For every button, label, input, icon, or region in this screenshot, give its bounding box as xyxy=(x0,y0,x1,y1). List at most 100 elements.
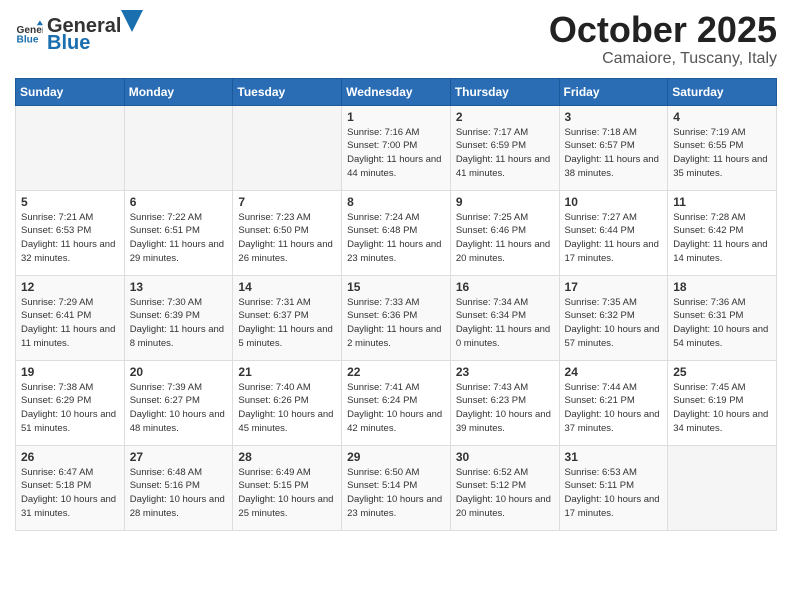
days-header-row: SundayMondayTuesdayWednesdayThursdayFrid… xyxy=(16,78,777,105)
day-number: 27 xyxy=(130,450,228,464)
day-info: Sunrise: 7:43 AM Sunset: 6:23 PM Dayligh… xyxy=(456,381,554,436)
calendar-cell: 9 Sunrise: 7:25 AM Sunset: 6:46 PM Daylig… xyxy=(450,190,559,275)
day-header-sunday: Sunday xyxy=(16,78,125,105)
day-info: Sunrise: 7:25 AM Sunset: 6:46 PM Dayligh… xyxy=(456,211,554,266)
calendar-body: 1 Sunrise: 7:16 AM Sunset: 7:00 PM Daylig… xyxy=(16,105,777,530)
calendar-cell: 8 Sunrise: 7:24 AM Sunset: 6:48 PM Daylig… xyxy=(342,190,451,275)
day-number: 24 xyxy=(565,365,663,379)
calendar-cell: 6 Sunrise: 7:22 AM Sunset: 6:51 PM Daylig… xyxy=(124,190,233,275)
day-number: 14 xyxy=(238,280,336,294)
calendar-cell: 21 Sunrise: 7:40 AM Sunset: 6:26 PM Dayli… xyxy=(233,360,342,445)
day-info: Sunrise: 7:28 AM Sunset: 6:42 PM Dayligh… xyxy=(673,211,771,266)
day-number: 25 xyxy=(673,365,771,379)
day-number: 28 xyxy=(238,450,336,464)
calendar-cell: 29Sunrise: 6:50 AM Sunset: 5:14 PM Dayli… xyxy=(342,445,451,530)
day-info: Sunrise: 7:29 AM Sunset: 6:41 PM Dayligh… xyxy=(21,296,119,351)
day-info: Sunrise: 7:24 AM Sunset: 6:48 PM Dayligh… xyxy=(347,211,445,266)
calendar-cell: 2Sunrise: 7:17 AM Sunset: 6:59 PM Daylig… xyxy=(450,105,559,190)
day-number: 12 xyxy=(21,280,119,294)
logo-triangle-icon xyxy=(121,10,143,32)
day-info: Sunrise: 7:23 AM Sunset: 6:50 PM Dayligh… xyxy=(238,211,336,266)
day-number: 1 xyxy=(347,110,445,124)
day-header-monday: Monday xyxy=(124,78,233,105)
day-number: 19 xyxy=(21,365,119,379)
calendar-cell: 25Sunrise: 7:45 AM Sunset: 6:19 PM Dayli… xyxy=(668,360,777,445)
day-info: Sunrise: 6:49 AM Sunset: 5:15 PM Dayligh… xyxy=(238,466,336,521)
day-number: 23 xyxy=(456,365,554,379)
week-row-2: 5Sunrise: 7:21 AM Sunset: 6:53 PM Daylig… xyxy=(16,190,777,275)
day-number: 26 xyxy=(21,450,119,464)
calendar-cell: 5Sunrise: 7:21 AM Sunset: 6:53 PM Daylig… xyxy=(16,190,125,275)
day-info: Sunrise: 7:31 AM Sunset: 6:37 PM Dayligh… xyxy=(238,296,336,351)
day-info: Sunrise: 7:44 AM Sunset: 6:21 PM Dayligh… xyxy=(565,381,663,436)
day-info: Sunrise: 6:50 AM Sunset: 5:14 PM Dayligh… xyxy=(347,466,445,521)
week-row-1: 1 Sunrise: 7:16 AM Sunset: 7:00 PM Daylig… xyxy=(16,105,777,190)
calendar-cell xyxy=(124,105,233,190)
day-info: Sunrise: 7:36 AM Sunset: 6:31 PM Dayligh… xyxy=(673,296,771,351)
day-number: 13 xyxy=(130,280,228,294)
day-number: 22 xyxy=(347,365,445,379)
day-info: Sunrise: 7:19 AM Sunset: 6:55 PM Dayligh… xyxy=(673,126,771,181)
calendar-cell: 22 Sunrise: 7:41 AM Sunset: 6:24 PM Dayli… xyxy=(342,360,451,445)
day-info: Sunrise: 7:17 AM Sunset: 6:59 PM Dayligh… xyxy=(456,126,554,181)
calendar-cell: 4 Sunrise: 7:19 AM Sunset: 6:55 PM Daylig… xyxy=(668,105,777,190)
day-number: 21 xyxy=(238,365,336,379)
page-header: General Blue General Blue October 2025 C… xyxy=(15,10,777,68)
calendar-cell: 19 Sunrise: 7:38 AM Sunset: 6:29 PM Dayli… xyxy=(16,360,125,445)
svg-text:Blue: Blue xyxy=(17,34,39,45)
day-info: Sunrise: 6:47 AM Sunset: 5:18 PM Dayligh… xyxy=(21,466,119,521)
calendar-cell: 12 Sunrise: 7:29 AM Sunset: 6:41 PM Dayli… xyxy=(16,275,125,360)
calendar-cell: 30Sunrise: 6:52 AM Sunset: 5:12 PM Dayli… xyxy=(450,445,559,530)
day-number: 17 xyxy=(565,280,663,294)
logo-icon: General Blue xyxy=(15,19,43,47)
calendar-cell: 31 Sunrise: 6:53 AM Sunset: 5:11 PM Dayli… xyxy=(559,445,668,530)
day-info: Sunrise: 7:39 AM Sunset: 6:27 PM Dayligh… xyxy=(130,381,228,436)
day-info: Sunrise: 7:30 AM Sunset: 6:39 PM Dayligh… xyxy=(130,296,228,351)
calendar-cell: 20 Sunrise: 7:39 AM Sunset: 6:27 PM Dayli… xyxy=(124,360,233,445)
day-number: 4 xyxy=(673,110,771,124)
day-number: 31 xyxy=(565,450,663,464)
month-title: October 2025 xyxy=(549,10,777,50)
day-info: Sunrise: 7:41 AM Sunset: 6:24 PM Dayligh… xyxy=(347,381,445,436)
calendar-cell: 1 Sunrise: 7:16 AM Sunset: 7:00 PM Daylig… xyxy=(342,105,451,190)
day-header-saturday: Saturday xyxy=(668,78,777,105)
day-info: Sunrise: 6:53 AM Sunset: 5:11 PM Dayligh… xyxy=(565,466,663,521)
day-info: Sunrise: 7:33 AM Sunset: 6:36 PM Dayligh… xyxy=(347,296,445,351)
calendar-cell: 13 Sunrise: 7:30 AM Sunset: 6:39 PM Dayli… xyxy=(124,275,233,360)
calendar-cell: 24 Sunrise: 7:44 AM Sunset: 6:21 PM Dayli… xyxy=(559,360,668,445)
logo: General Blue General Blue xyxy=(15,10,143,55)
day-header-wednesday: Wednesday xyxy=(342,78,451,105)
day-number: 20 xyxy=(130,365,228,379)
calendar-cell: 11 Sunrise: 7:28 AM Sunset: 6:42 PM Dayli… xyxy=(668,190,777,275)
calendar-cell: 14 Sunrise: 7:31 AM Sunset: 6:37 PM Dayli… xyxy=(233,275,342,360)
day-number: 6 xyxy=(130,195,228,209)
day-header-friday: Friday xyxy=(559,78,668,105)
day-info: Sunrise: 7:27 AM Sunset: 6:44 PM Dayligh… xyxy=(565,211,663,266)
calendar-cell: 27Sunrise: 6:48 AM Sunset: 5:16 PM Dayli… xyxy=(124,445,233,530)
calendar-cell: 17 Sunrise: 7:35 AM Sunset: 6:32 PM Dayli… xyxy=(559,275,668,360)
day-info: Sunrise: 7:35 AM Sunset: 6:32 PM Dayligh… xyxy=(565,296,663,351)
day-info: Sunrise: 7:22 AM Sunset: 6:51 PM Dayligh… xyxy=(130,211,228,266)
day-info: Sunrise: 7:34 AM Sunset: 6:34 PM Dayligh… xyxy=(456,296,554,351)
day-number: 10 xyxy=(565,195,663,209)
calendar-table: SundayMondayTuesdayWednesdayThursdayFrid… xyxy=(15,78,777,531)
location-title: Camaiore, Tuscany, Italy xyxy=(549,50,777,68)
calendar-cell: 15Sunrise: 7:33 AM Sunset: 6:36 PM Dayli… xyxy=(342,275,451,360)
day-number: 8 xyxy=(347,195,445,209)
week-row-5: 26 Sunrise: 6:47 AM Sunset: 5:18 PM Dayli… xyxy=(16,445,777,530)
day-info: Sunrise: 7:16 AM Sunset: 7:00 PM Dayligh… xyxy=(347,126,445,181)
calendar-cell xyxy=(233,105,342,190)
calendar-cell: 18Sunrise: 7:36 AM Sunset: 6:31 PM Dayli… xyxy=(668,275,777,360)
day-number: 9 xyxy=(456,195,554,209)
day-header-thursday: Thursday xyxy=(450,78,559,105)
calendar-cell: 28 Sunrise: 6:49 AM Sunset: 5:15 PM Dayli… xyxy=(233,445,342,530)
calendar-cell: 7Sunrise: 7:23 AM Sunset: 6:50 PM Daylig… xyxy=(233,190,342,275)
day-number: 16 xyxy=(456,280,554,294)
day-info: Sunrise: 7:38 AM Sunset: 6:29 PM Dayligh… xyxy=(21,381,119,436)
title-block: October 2025 Camaiore, Tuscany, Italy xyxy=(549,10,777,68)
day-number: 11 xyxy=(673,195,771,209)
calendar-cell: 3Sunrise: 7:18 AM Sunset: 6:57 PM Daylig… xyxy=(559,105,668,190)
day-info: Sunrise: 6:52 AM Sunset: 5:12 PM Dayligh… xyxy=(456,466,554,521)
day-info: Sunrise: 7:40 AM Sunset: 6:26 PM Dayligh… xyxy=(238,381,336,436)
day-info: Sunrise: 7:21 AM Sunset: 6:53 PM Dayligh… xyxy=(21,211,119,266)
